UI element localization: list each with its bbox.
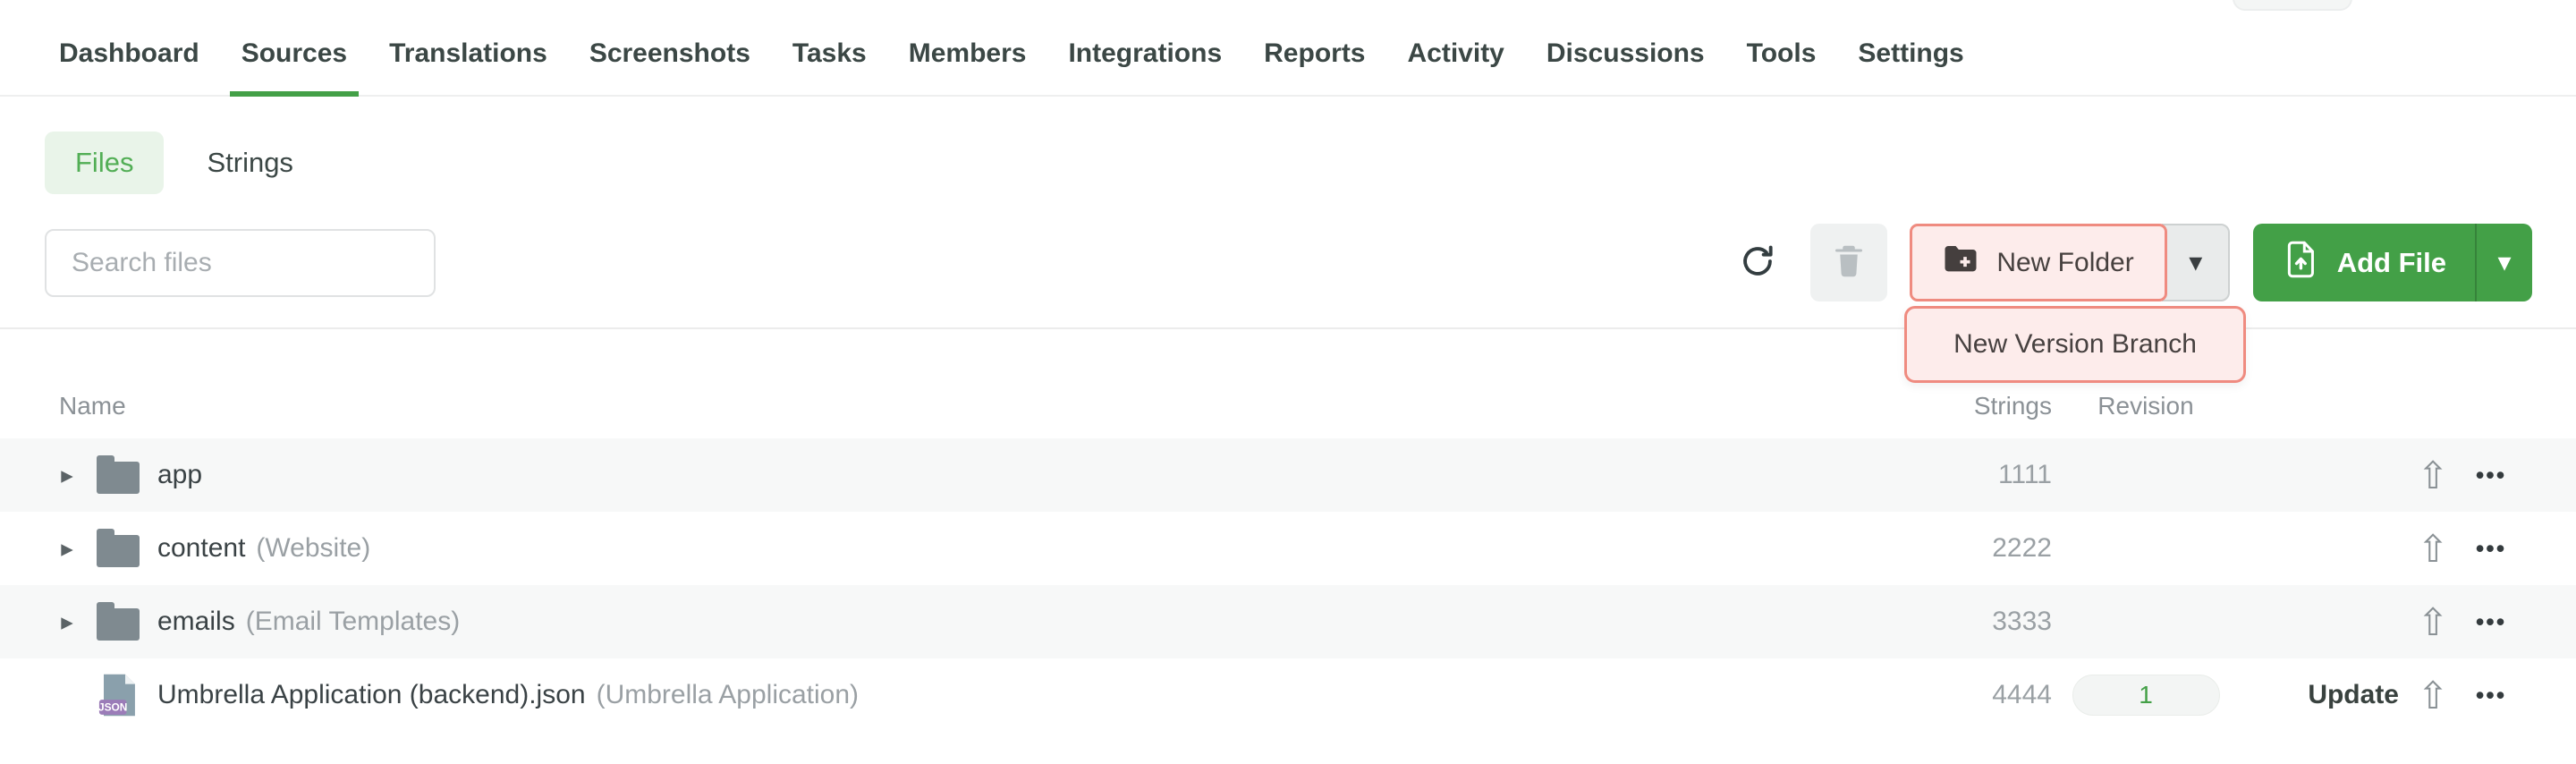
folder-plus-icon <box>1943 244 1979 282</box>
file-upload-icon <box>2285 241 2318 285</box>
nav-settings[interactable]: Settings <box>1846 13 1975 95</box>
nav-screenshots[interactable]: Screenshots <box>578 13 762 95</box>
expand-caret-icon[interactable] <box>54 460 80 490</box>
nav-reports[interactable]: Reports <box>1252 13 1377 95</box>
file-note: (Umbrella Application) <box>597 680 859 710</box>
file-name[interactable]: Umbrella Application (backend).json <box>157 680 586 710</box>
project-nav: Dashboard Sources Translations Screensho… <box>0 0 2576 97</box>
upload-icon[interactable] <box>2417 600 2448 644</box>
folder-name[interactable]: app <box>157 460 202 490</box>
search-input[interactable] <box>45 229 436 297</box>
tab-files[interactable]: Files <box>45 132 164 194</box>
table-row: JSON Umbrella Application (backend).json… <box>0 658 2576 732</box>
menu-item-new-version-branch[interactable]: New Version Branch <box>1904 306 2246 383</box>
nav-tasks[interactable]: Tasks <box>781 13 878 95</box>
file-table: app 1111 content (Website) 2222 <box>0 438 2576 732</box>
nav-tools[interactable]: Tools <box>1735 13 1828 95</box>
trash-icon <box>1833 243 1865 282</box>
nav-discussions[interactable]: Discussions <box>1535 13 1716 95</box>
nav-dashboard[interactable]: Dashboard <box>47 13 211 95</box>
upload-icon[interactable] <box>2417 674 2448 717</box>
add-file-main[interactable]: Add File <box>2253 224 2475 301</box>
svg-text:JSON: JSON <box>98 701 127 714</box>
strings-count: 3333 <box>1918 607 2052 637</box>
refresh-button[interactable] <box>1737 242 1778 284</box>
view-tabs: Files Strings <box>45 132 324 194</box>
json-file-icon: JSON <box>97 674 140 717</box>
folder-icon <box>97 530 140 567</box>
add-file-label: Add File <box>2337 247 2446 279</box>
expand-caret-icon[interactable] <box>54 533 80 564</box>
sources-page: Dashboard Sources Translations Screensho… <box>0 0 2576 764</box>
table-row: emails (Email Templates) 3333 <box>0 585 2576 658</box>
header-strings: Strings <box>1918 392 2052 420</box>
chevron-down-icon <box>2497 247 2511 278</box>
folder-icon <box>97 456 140 494</box>
new-folder-label: New Folder <box>1996 248 2133 278</box>
strings-count: 2222 <box>1918 533 2052 564</box>
more-actions-icon[interactable] <box>2476 680 2506 710</box>
strings-count: 4444 <box>1918 680 2052 710</box>
more-actions-icon[interactable] <box>2476 533 2506 564</box>
table-row: app 1111 <box>0 438 2576 512</box>
table-header: Name Strings Revision <box>0 374 2576 438</box>
nav-members[interactable]: Members <box>897 13 1038 95</box>
add-file-dropdown-toggle[interactable] <box>2475 224 2532 301</box>
revision-badge[interactable]: 1 <box>2072 675 2220 716</box>
folder-note: (Website) <box>256 533 370 564</box>
nav-translations[interactable]: Translations <box>377 13 559 95</box>
folder-note: (Email Templates) <box>246 607 461 637</box>
upload-icon[interactable] <box>2417 527 2448 571</box>
files-toolbar: New Folder Add File <box>45 224 2532 301</box>
tab-strings[interactable]: Strings <box>176 132 323 194</box>
new-folder-button[interactable]: New Folder <box>1910 224 2166 301</box>
header-name: Name <box>54 392 1918 420</box>
nav-activity[interactable]: Activity <box>1396 13 1516 95</box>
folder-name[interactable]: content <box>157 533 245 564</box>
upload-icon[interactable] <box>2417 454 2448 497</box>
add-file-split-button[interactable]: Add File <box>2253 224 2532 301</box>
table-row: content (Website) 2222 <box>0 512 2576 585</box>
chevron-down-icon <box>2189 247 2202 278</box>
more-actions-icon[interactable] <box>2476 607 2506 637</box>
new-folder-split-button: New Folder <box>1910 224 2229 301</box>
more-actions-icon[interactable] <box>2476 460 2506 490</box>
update-button[interactable]: Update <box>2308 680 2399 709</box>
nav-sources[interactable]: Sources <box>230 13 359 95</box>
nav-integrations[interactable]: Integrations <box>1056 13 1233 95</box>
folder-icon <box>97 603 140 641</box>
expand-caret-icon[interactable] <box>54 607 80 637</box>
header-revision: Revision <box>2052 392 2240 420</box>
new-folder-dropdown-toggle[interactable] <box>2162 224 2230 301</box>
delete-button[interactable] <box>1810 224 1887 301</box>
strings-count: 1111 <box>1918 460 2052 490</box>
refresh-icon <box>1738 242 1777 284</box>
folder-name[interactable]: emails <box>157 607 235 637</box>
